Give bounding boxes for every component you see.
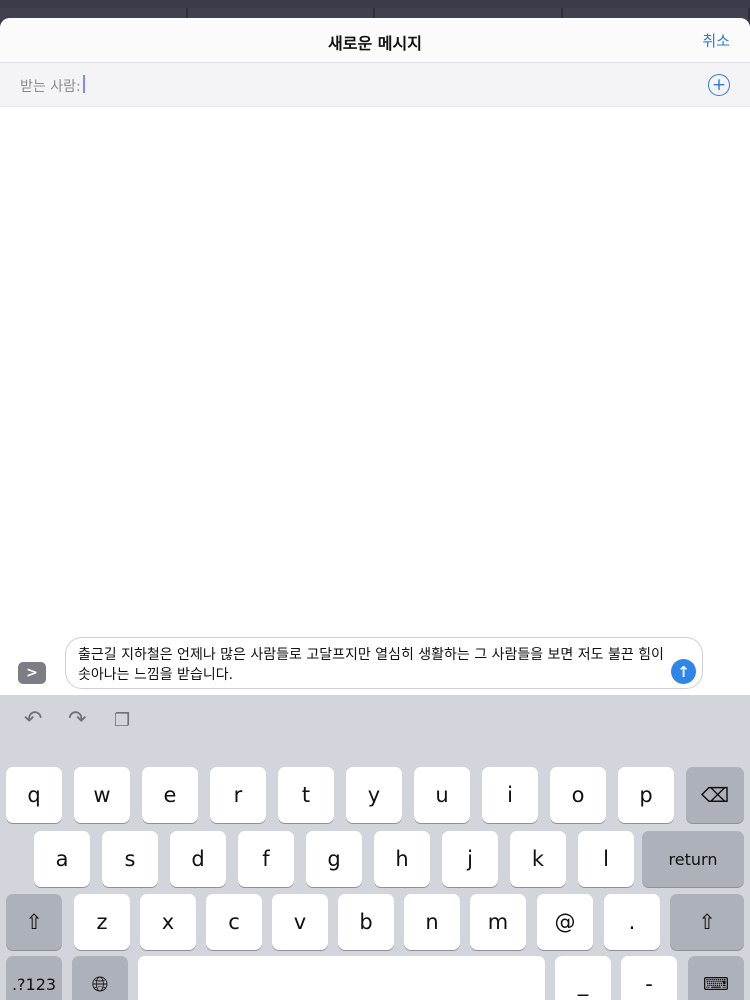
key-underscore[interactable]: _ xyxy=(555,956,611,1000)
space-bar[interactable] xyxy=(138,956,545,1000)
backspace-key[interactable]: ⌫ xyxy=(686,767,744,823)
cancel-button[interactable]: 취소 xyxy=(702,30,730,51)
shift-key-right[interactable]: ⇧ xyxy=(670,894,744,950)
recipient-row: 받는 사람: + xyxy=(0,63,750,107)
key-u[interactable]: u xyxy=(414,767,470,823)
key-c[interactable]: c xyxy=(206,894,262,950)
chevron-right-icon: > xyxy=(26,665,38,681)
keyboard: ↶ ↷ ❐ q w e r t y u i o p ⌫ a s d f g h … xyxy=(0,695,750,1000)
key-g[interactable]: g xyxy=(306,831,362,887)
key-d[interactable]: d xyxy=(170,831,226,887)
shift-icon: ⇧ xyxy=(25,910,43,934)
key-p[interactable]: p xyxy=(618,767,674,823)
keyboard-shortcut-bar: ↶ ↷ ❐ xyxy=(0,695,750,747)
globe-key[interactable]: 🌐︎ xyxy=(72,956,128,1000)
key-h[interactable]: h xyxy=(374,831,430,887)
plus-circle-icon: + xyxy=(711,74,727,95)
shift-icon: ⇧ xyxy=(698,910,716,934)
key-at[interactable]: @ xyxy=(537,894,593,950)
new-message-sheet: 새로운 메시지 취소 받는 사람: + > 출근길 지하철은 언제나 많은 사람… xyxy=(0,18,750,1000)
numbers-key[interactable]: .?123 xyxy=(6,956,62,1000)
text-caret xyxy=(83,75,85,93)
key-t[interactable]: t xyxy=(278,767,334,823)
keyboard-dismiss-icon: ⌨ xyxy=(703,973,729,995)
message-field[interactable]: 출근길 지하철은 언제나 많은 사람들로 고달프지만 열심히 생활하는 그 사람… xyxy=(65,637,703,689)
key-m[interactable]: m xyxy=(470,894,526,950)
key-l[interactable]: l xyxy=(578,831,634,887)
key-s[interactable]: s xyxy=(102,831,158,887)
key-n[interactable]: n xyxy=(404,894,460,950)
key-e[interactable]: e xyxy=(142,767,198,823)
key-v[interactable]: v xyxy=(272,894,328,950)
redo-icon[interactable]: ↷ xyxy=(68,707,86,732)
paste-icon[interactable]: ❐ xyxy=(114,710,130,731)
recipient-label: 받는 사람: xyxy=(20,79,81,95)
key-f[interactable]: f xyxy=(238,831,294,887)
key-z[interactable]: z xyxy=(74,894,130,950)
key-y[interactable]: y xyxy=(346,767,402,823)
backspace-icon: ⌫ xyxy=(700,783,730,807)
key-b[interactable]: b xyxy=(338,894,394,950)
return-key[interactable]: return xyxy=(642,831,744,887)
globe-icon: 🌐︎ xyxy=(91,971,109,996)
key-i[interactable]: i xyxy=(482,767,538,823)
key-r[interactable]: r xyxy=(210,767,266,823)
key-x[interactable]: x xyxy=(140,894,196,950)
key-j[interactable]: j xyxy=(442,831,498,887)
recipient-input[interactable] xyxy=(82,73,672,97)
nav-bar: 새로운 메시지 취소 xyxy=(0,18,750,63)
shift-key-left[interactable]: ⇧ xyxy=(6,894,62,950)
conversation-area xyxy=(0,107,750,637)
key-o[interactable]: o xyxy=(550,767,606,823)
key-w[interactable]: w xyxy=(74,767,130,823)
key-q[interactable]: q xyxy=(6,767,62,823)
key-period[interactable]: . xyxy=(604,894,660,950)
add-recipient-button[interactable]: + xyxy=(708,74,730,96)
dismiss-keyboard-key[interactable]: ⌨ xyxy=(688,956,744,1000)
undo-icon[interactable]: ↶ xyxy=(24,707,42,732)
send-button[interactable]: ↑ xyxy=(671,659,696,684)
key-k[interactable]: k xyxy=(510,831,566,887)
page-title: 새로운 메시지 xyxy=(328,34,422,53)
message-text: 출근길 지하철은 언제나 많은 사람들로 고달프지만 열심히 생활하는 그 사람… xyxy=(78,647,664,683)
key-dash[interactable]: - xyxy=(621,956,677,1000)
compose-bar: > 출근길 지하철은 언제나 많은 사람들로 고달프지만 열심히 생활하는 그 … xyxy=(0,637,750,693)
arrow-up-icon: ↑ xyxy=(677,662,690,681)
expand-apps-button[interactable]: > xyxy=(18,662,46,684)
key-a[interactable]: a xyxy=(34,831,90,887)
